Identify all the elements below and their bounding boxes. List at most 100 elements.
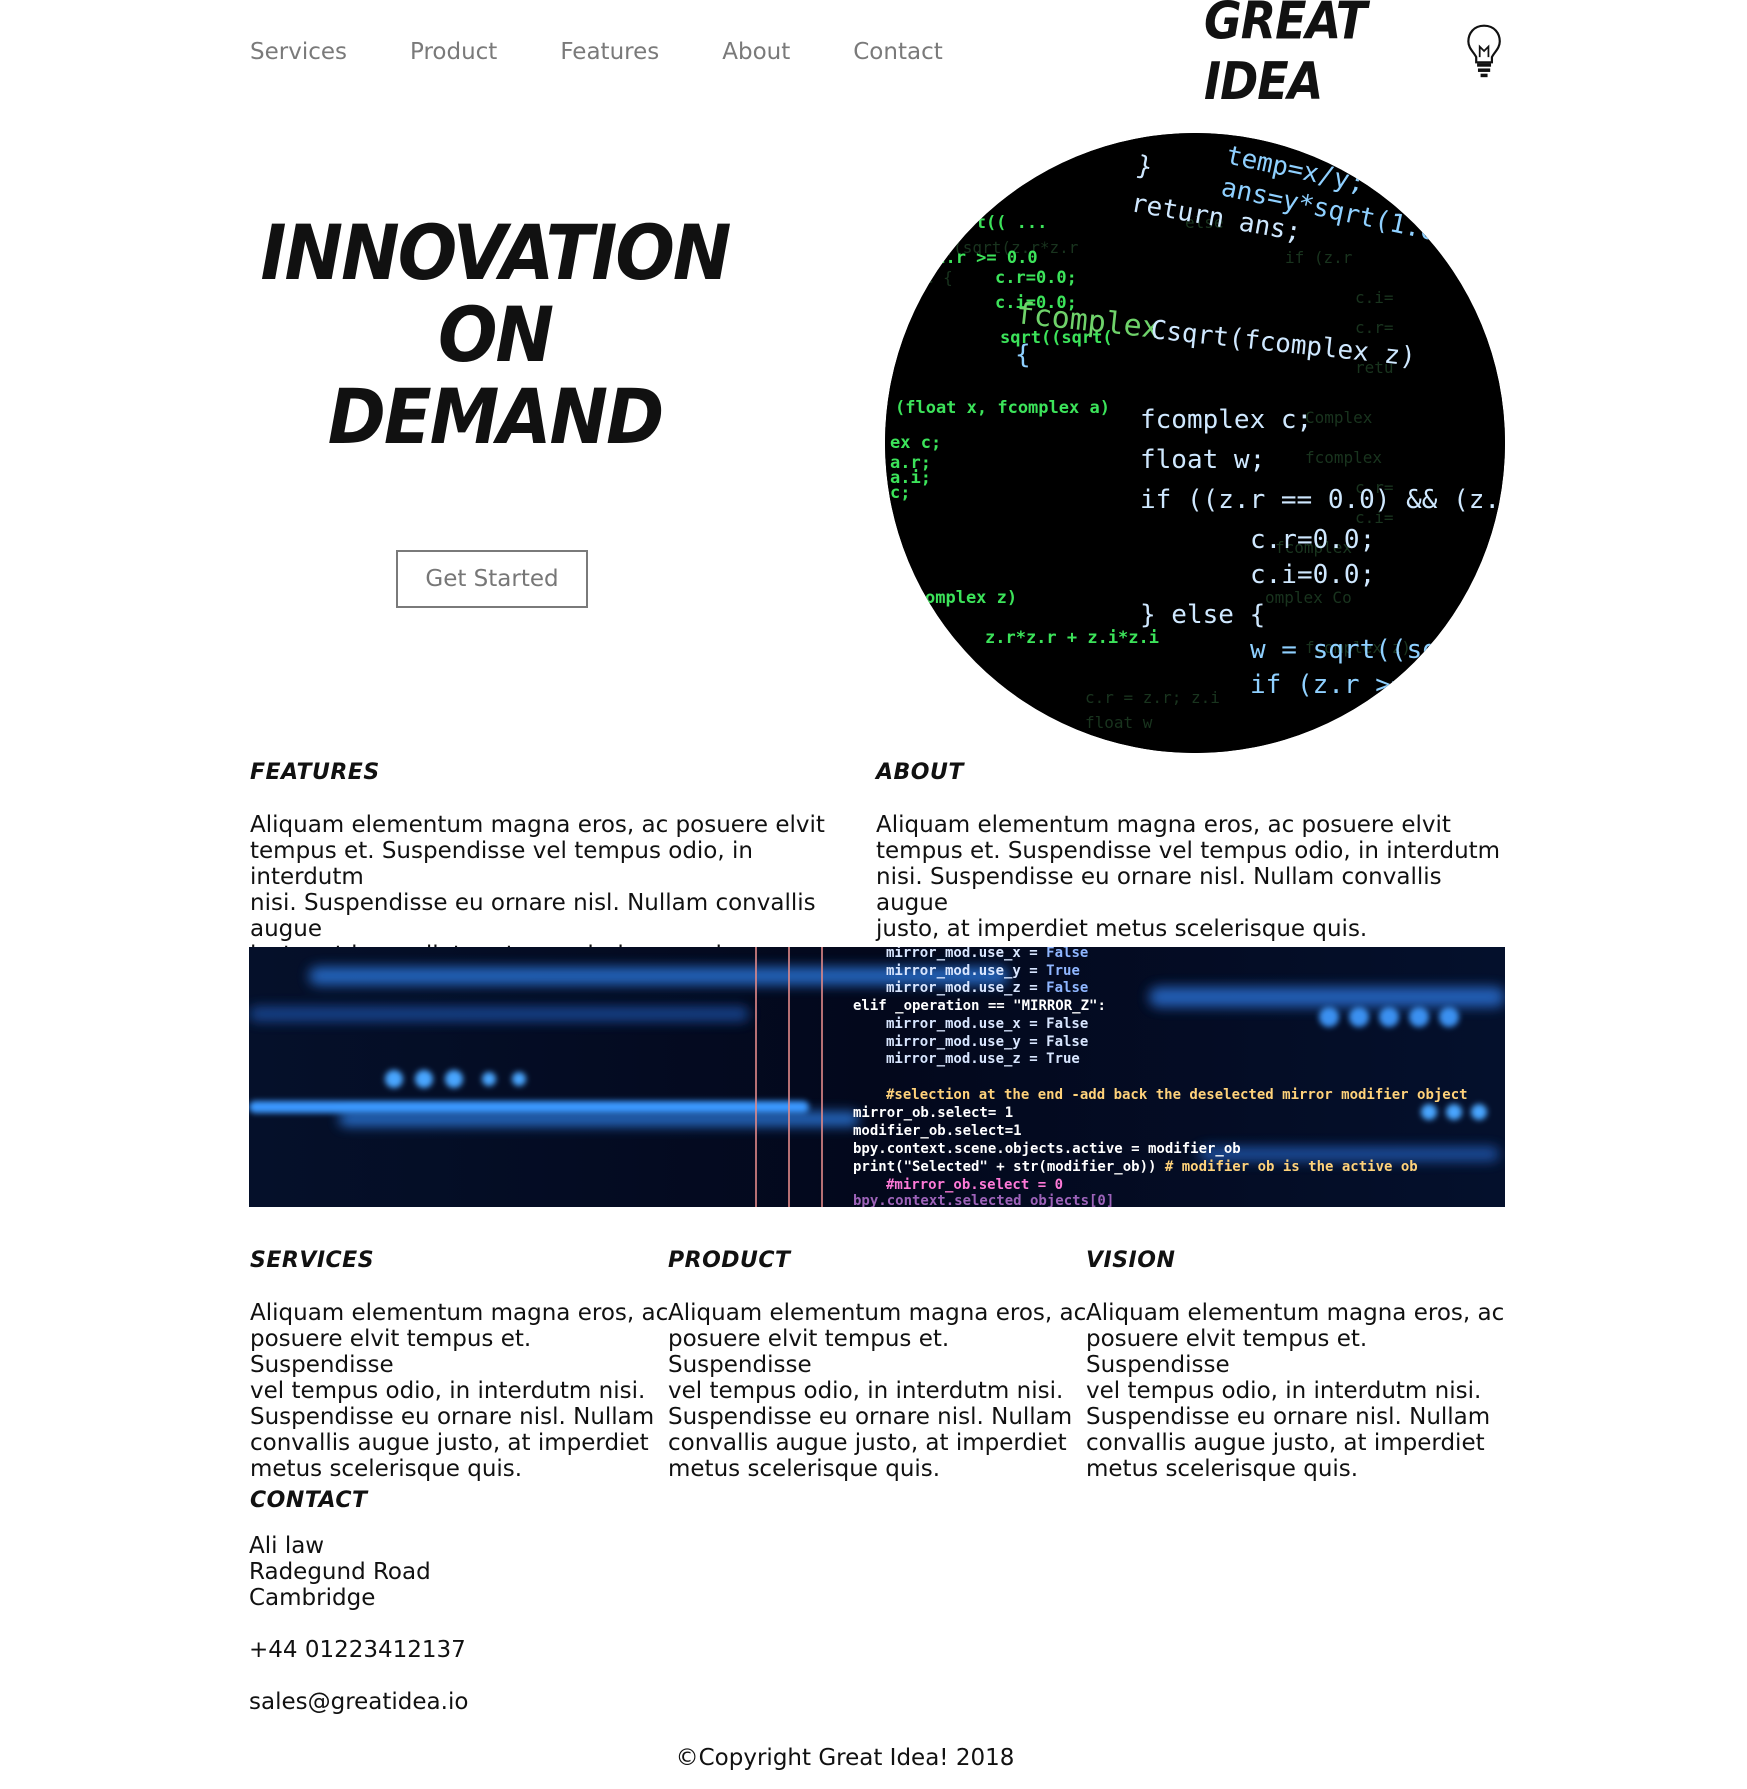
services-text-line: Aliquam elementum magna eros, ac (250, 1300, 669, 1326)
svg-text:#mirror_ob.select = 0: #mirror_ob.select = 0 (886, 1177, 1063, 1193)
vision-text-line: Suspendisse eu ornare nisl. Nullam (1086, 1404, 1491, 1430)
nav-services[interactable]: Services (250, 36, 347, 86)
about-text-line: justo, at imperdiet metus scelerisque qu… (876, 916, 1368, 942)
product-text-line: convallis augue justo, at imperdiet (668, 1430, 1067, 1456)
banner-code-graphic: mirror_mod.use_x = False mirror_mod.use_… (249, 947, 1505, 1207)
services-text-line: vel tempus odio, in interdutm nisi. (250, 1378, 646, 1404)
about-text: Aliquam elementum magna eros, ac posuere… (876, 812, 1516, 942)
svg-text:} else {: } else { (1140, 600, 1265, 630)
svg-text:if ((z.r == 0.0) && (z.i == 0.: if ((z.r == 0.0) && (z.i == 0.0)) { (1140, 485, 1505, 515)
product-text-line: Suspendisse eu ornare nisl. Nullam (668, 1404, 1073, 1430)
vision-text-line: Aliquam elementum magna eros, ac (1086, 1300, 1505, 1326)
svg-text:fcomplex: fcomplex (1305, 448, 1382, 467)
services-text-line: metus scelerisque quis. (250, 1456, 523, 1482)
logo-text: GREAT IDEA (1204, 0, 1367, 112)
svg-text:Complex: Complex (1305, 408, 1373, 427)
svg-text:float w;: float w; (1140, 445, 1265, 475)
about-text-line: nisi. Suspendisse eu ornare nisl. Nullam… (876, 864, 1442, 916)
features-text-line: Aliquam elementum magna eros, ac posuere… (250, 812, 825, 838)
about-text-line: Aliquam elementum magna eros, ac posuere… (876, 812, 1451, 838)
product-text-line: vel tempus odio, in interdutm nisi. (668, 1378, 1064, 1404)
nav-features[interactable]: Features (560, 36, 659, 86)
svg-text:mirror_ob.select= 1: mirror_ob.select= 1 (853, 1105, 1013, 1121)
hero-title-line: DEMAND (327, 372, 664, 462)
features-text-line: nisi. Suspendisse eu ornare nisl. Nullam… (250, 890, 816, 942)
svg-text:bpy.context.selected_objects[0: bpy.context.selected_objects[0] (853, 1193, 1114, 1207)
svg-text:c.r=0.0;: c.r=0.0; (995, 268, 1077, 288)
footer-copyright: ©Copyright Great Idea! 2018 (675, 1745, 1015, 1771)
product-text: Aliquam elementum magna eros, ac posuere… (668, 1300, 1088, 1482)
svg-text:c.i=0.0;: c.i=0.0; (1250, 560, 1375, 590)
vision-text-line: convallis augue justo, at imperdiet (1086, 1430, 1485, 1456)
product-text-line: metus scelerisque quis. (668, 1456, 941, 1482)
get-started-button[interactable]: Get Started (396, 550, 588, 608)
svg-text:elif _operation == "MIRROR_Z":: elif _operation == "MIRROR_Z": (853, 998, 1106, 1014)
about-text-line: tempus et. Suspendisse vel tempus odio, … (876, 838, 1501, 864)
svg-text:c.i=: c.i= (1355, 288, 1394, 307)
svg-text:float w: float w (1085, 713, 1153, 732)
services-text: Aliquam elementum magna eros, ac posuere… (250, 1300, 670, 1482)
hero-title-line: ON (437, 290, 554, 380)
svg-text:fcomplex c;: fcomplex c; (1140, 405, 1312, 435)
svg-text:mirror_mod.use_x = False: mirror_mod.use_x = False (886, 1016, 1088, 1032)
contact-street: Radegund Road (249, 1559, 431, 1585)
contact-email[interactable]: sales@greatidea.io (249, 1689, 468, 1715)
product-text-line: posuere elvit tempus et. Suspendisse (668, 1326, 950, 1378)
svg-text:c;: c; (890, 483, 910, 503)
code-banner-image: mirror_mod.use_x = False mirror_mod.use_… (249, 947, 1505, 1207)
vision-text: Aliquam elementum magna eros, ac posuere… (1086, 1300, 1516, 1482)
features-heading: FEATURES (250, 760, 380, 785)
svg-text:{: { (1015, 340, 1031, 370)
contact-name: Ali law (249, 1533, 325, 1559)
svg-text:c.r: c.r (1345, 710, 1392, 740)
product-heading: PRODUCT (668, 1248, 791, 1273)
services-text-line: convallis augue justo, at imperdiet (250, 1430, 649, 1456)
svg-text:(float x, fcomplex a): (float x, fcomplex a) (895, 398, 1110, 418)
vision-text-line: posuere elvit tempus et. Suspendisse (1086, 1326, 1368, 1378)
svg-text:else {: else { (895, 268, 953, 287)
nav-about[interactable]: About (722, 36, 790, 86)
lightbulb-icon (1467, 24, 1501, 78)
contact-phone[interactable]: +44 01223412137 (249, 1637, 468, 1663)
features-text: Aliquam elementum magna eros, ac posuere… (250, 812, 870, 968)
svg-text:c.r = z.r; z.i: c.r = z.r; z.i (1085, 688, 1220, 707)
product-text-line: Aliquam elementum magna eros, ac (668, 1300, 1087, 1326)
svg-text:if (z.r: if (z.r (1285, 248, 1353, 267)
svg-text:#selection at the end -add bac: #selection at the end -add back the dese… (886, 1087, 1468, 1103)
main-nav: Services Product Features About Contact (250, 36, 1006, 86)
svg-text:ex c;: ex c; (890, 433, 941, 453)
contact-details: Ali law Radegund Road Cambridge +44 0122… (249, 1533, 468, 1715)
hero-code-graphic: sqrt((sqrt(z.r*z.r else { else if (z.r c… (885, 133, 1505, 753)
svg-text:mirror_mod.use_y = False: mirror_mod.use_y = False (886, 1034, 1088, 1050)
features-text-line: tempus et. Suspendisse vel tempus odio, … (250, 838, 753, 890)
svg-text:if (z.r >= 0.0){: if (z.r >= 0.0){ (1250, 670, 1500, 700)
contact-heading: CONTACT (250, 1488, 368, 1513)
vision-heading: VISION (1086, 1248, 1176, 1273)
logo[interactable]: GREAT IDEA (1204, 0, 1504, 111)
vision-text-line: vel tempus odio, in interdutm nisi. (1086, 1378, 1482, 1404)
svg-text:bpy.context.scene.objects.acti: bpy.context.scene.objects.active = modif… (853, 1141, 1241, 1157)
svg-text:omplex Co: omplex Co (1265, 588, 1352, 607)
svg-text:modifier_ob.select=1: modifier_ob.select=1 (853, 1123, 1022, 1139)
svg-text:c.r=: c.r= (1355, 318, 1394, 337)
svg-text:print("Selected" + str(modifie: print("Selected" + str(modifier_ob)) # m… (853, 1159, 1418, 1175)
hero-code-image: sqrt((sqrt(z.r*z.r else { else if (z.r c… (885, 133, 1505, 753)
svg-text:mirror_mod.use_x = False: mirror_mod.use_x = False (886, 947, 1088, 961)
vision-text-line: metus scelerisque quis. (1086, 1456, 1359, 1482)
svg-text:mirror_mod.use_z = True: mirror_mod.use_z = True (886, 1051, 1080, 1067)
hero-title: INNOVATION ON DEMAND (250, 209, 740, 462)
svg-text:w = sqrt((sqrt(z.r: w = sqrt((sqrt(z.r (1250, 635, 1505, 665)
services-text-line: posuere elvit tempus et. Suspendisse (250, 1326, 532, 1378)
svg-text:c.r=0.0;: c.r=0.0; (1250, 525, 1375, 555)
svg-text:(z.r >= 0.0: (z.r >= 0.0 (925, 248, 1038, 268)
svg-text:mirror_mod.use_y = True: mirror_mod.use_y = True (886, 963, 1080, 979)
about-heading: ABOUT (876, 760, 964, 785)
contact-city: Cambridge (249, 1585, 376, 1611)
svg-text:mirror_mod.use_z = False: mirror_mod.use_z = False (886, 980, 1088, 996)
svg-text:z.r*z.r + z.i*z.i: z.r*z.r + z.i*z.i (985, 628, 1159, 648)
services-text-line: Suspendisse eu ornare nisl. Nullam (250, 1404, 655, 1430)
services-heading: SERVICES (250, 1248, 375, 1273)
nav-product[interactable]: Product (410, 36, 497, 86)
svg-text:sqrt(( ...: sqrt(( ... (945, 213, 1047, 233)
nav-contact[interactable]: Contact (853, 36, 942, 86)
